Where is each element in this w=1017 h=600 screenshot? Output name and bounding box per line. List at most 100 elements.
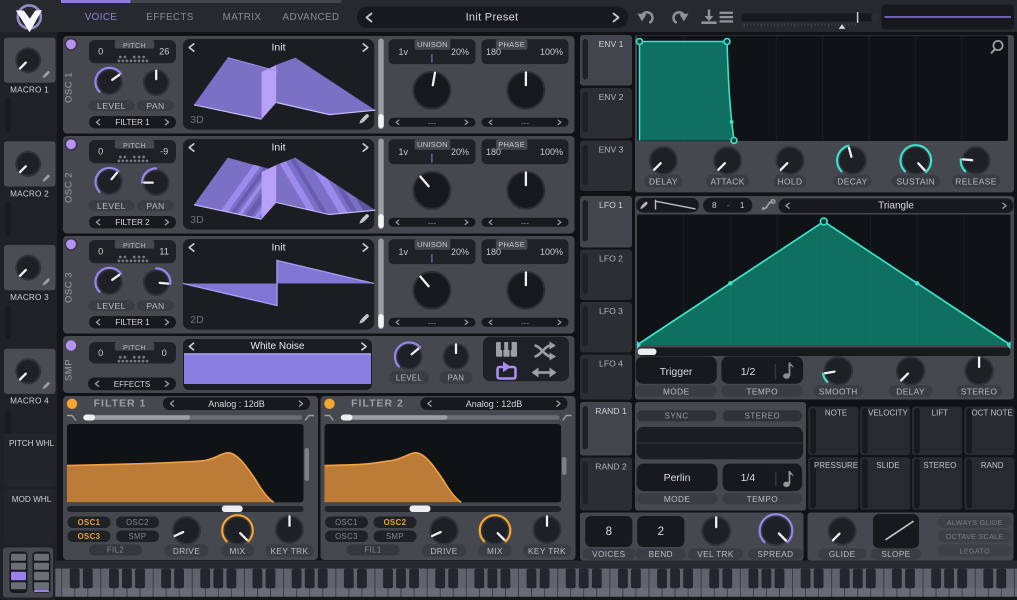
svg-text:SMP: SMP: [64, 359, 75, 381]
svg-text:VOICES: VOICES: [592, 550, 625, 559]
svg-text:PITCH: PITCH: [123, 141, 146, 150]
svg-text:ENV 2: ENV 2: [599, 92, 624, 102]
svg-text:2: 2: [658, 526, 664, 538]
svg-text:8: 8: [712, 200, 717, 210]
svg-text:0: 0: [98, 147, 103, 157]
svg-text:BEND: BEND: [649, 550, 673, 559]
svg-text:FILTER 1: FILTER 1: [115, 318, 150, 327]
svg-text:LEVEL: LEVEL: [97, 101, 126, 111]
svg-text:DELAY: DELAY: [896, 387, 925, 397]
svg-text:---: ---: [521, 318, 529, 327]
svg-text:OSC3: OSC3: [335, 532, 358, 541]
svg-text:VOICE: VOICE: [85, 12, 118, 23]
svg-text:PITCH: PITCH: [123, 41, 146, 50]
svg-text:Analog : 12dB: Analog : 12dB: [466, 399, 523, 409]
svg-text:PAN: PAN: [146, 101, 164, 111]
svg-text:0: 0: [98, 247, 103, 257]
svg-text:Init Preset: Init Preset: [466, 12, 519, 24]
svg-text:Init: Init: [271, 242, 285, 254]
svg-text:Init: Init: [271, 42, 285, 54]
svg-text:0: 0: [162, 348, 167, 358]
svg-text:ALWAYS GLIDE: ALWAYS GLIDE: [947, 518, 1003, 527]
svg-text:LEVEL: LEVEL: [396, 374, 423, 383]
svg-text:ENV 1: ENV 1: [599, 39, 624, 49]
svg-text:ENV 3: ENV 3: [599, 145, 624, 155]
svg-text:MOD WHL: MOD WHL: [12, 495, 52, 504]
svg-text:Perlin: Perlin: [664, 472, 691, 484]
svg-text:PHASE: PHASE: [498, 240, 525, 249]
svg-text:3D: 3D: [190, 214, 204, 226]
svg-text:OSC1: OSC1: [335, 518, 358, 527]
svg-text:SLIDE: SLIDE: [876, 461, 899, 470]
svg-text:2D: 2D: [190, 314, 204, 326]
svg-text:GLIDE: GLIDE: [829, 550, 856, 559]
svg-text:KEY TRK: KEY TRK: [528, 546, 566, 556]
svg-text:White Noise: White Noise: [251, 341, 305, 352]
svg-text:PITCH WHL: PITCH WHL: [9, 439, 54, 448]
svg-text:LFO 3: LFO 3: [599, 306, 623, 316]
svg-text:---: ---: [428, 318, 436, 327]
svg-text:FILTER 1: FILTER 1: [115, 118, 150, 127]
svg-text:Trigger: Trigger: [660, 366, 693, 378]
svg-text:8: 8: [606, 526, 612, 538]
svg-text:MACRO 4: MACRO 4: [10, 397, 49, 406]
svg-text:1v: 1v: [399, 147, 409, 157]
svg-text:Analog : 12dB: Analog : 12dB: [208, 399, 265, 409]
svg-text:STEREO: STEREO: [745, 412, 781, 421]
svg-text:1/4: 1/4: [741, 472, 756, 484]
svg-text:PITCH: PITCH: [123, 241, 146, 250]
svg-text:SUSTAIN: SUSTAIN: [897, 177, 935, 187]
svg-text:SYNC: SYNC: [665, 412, 689, 421]
svg-text:20%: 20%: [451, 247, 469, 257]
svg-text:Init: Init: [271, 142, 285, 154]
svg-text:UNISON: UNISON: [417, 140, 448, 149]
svg-text:RAND 2: RAND 2: [595, 462, 627, 472]
svg-text:SMP: SMP: [128, 532, 146, 541]
svg-text:RAND: RAND: [981, 461, 1004, 470]
svg-text:MODE: MODE: [664, 494, 691, 504]
svg-text:PHASE: PHASE: [498, 40, 525, 49]
svg-text:1v: 1v: [399, 247, 409, 257]
svg-text:MACRO 3: MACRO 3: [10, 293, 49, 302]
svg-text:PHASE: PHASE: [498, 140, 525, 149]
svg-text:LIFT: LIFT: [932, 409, 949, 418]
svg-text:MIX: MIX: [230, 546, 246, 556]
svg-text:20%: 20%: [451, 147, 469, 157]
svg-text:OSC1: OSC1: [78, 518, 101, 527]
svg-text:PAN: PAN: [146, 301, 164, 311]
svg-text:180: 180: [486, 247, 501, 257]
svg-text:180: 180: [486, 147, 501, 157]
svg-text:20%: 20%: [451, 47, 469, 57]
svg-text:OSC 3: OSC 3: [64, 272, 75, 303]
svg-text:OCT NOTE: OCT NOTE: [971, 409, 1012, 418]
svg-text:UNISON: UNISON: [417, 40, 448, 49]
svg-text:LFO 4: LFO 4: [599, 359, 623, 369]
svg-text:180: 180: [486, 47, 501, 57]
svg-text:LEGATO: LEGATO: [960, 546, 990, 555]
svg-text:1v: 1v: [399, 47, 409, 57]
svg-text:PITCH: PITCH: [123, 343, 146, 352]
svg-text:STEREO: STEREO: [961, 387, 998, 397]
svg-text:---: ---: [428, 218, 436, 227]
svg-text:OSC 2: OSC 2: [64, 172, 75, 203]
svg-text:DRIVE: DRIVE: [173, 546, 200, 556]
svg-text:VELOCITY: VELOCITY: [868, 409, 908, 418]
svg-text:SMOOTH: SMOOTH: [819, 387, 858, 397]
svg-text:EFFECTS: EFFECTS: [114, 380, 150, 389]
svg-text:OCTAVE SCALE: OCTAVE SCALE: [946, 532, 1004, 541]
svg-text:DRIVE: DRIVE: [430, 546, 457, 556]
svg-text:1: 1: [740, 200, 745, 210]
svg-text:FILTER 2: FILTER 2: [351, 398, 404, 410]
svg-text:1/2: 1/2: [741, 366, 756, 378]
svg-text:100%: 100%: [540, 147, 563, 157]
svg-text:LFO 1: LFO 1: [599, 200, 623, 210]
svg-text:LFO 2: LFO 2: [599, 254, 623, 264]
svg-text:SPREAD: SPREAD: [757, 550, 793, 559]
svg-text:FIL1: FIL1: [364, 546, 381, 555]
svg-text:KEY TRK: KEY TRK: [270, 546, 308, 556]
svg-text:ATTACK: ATTACK: [710, 177, 744, 187]
svg-text:FIL2: FIL2: [107, 546, 124, 555]
svg-text:NOTE: NOTE: [825, 409, 847, 418]
svg-text:---: ---: [521, 118, 529, 127]
svg-text:---: ---: [428, 118, 436, 127]
